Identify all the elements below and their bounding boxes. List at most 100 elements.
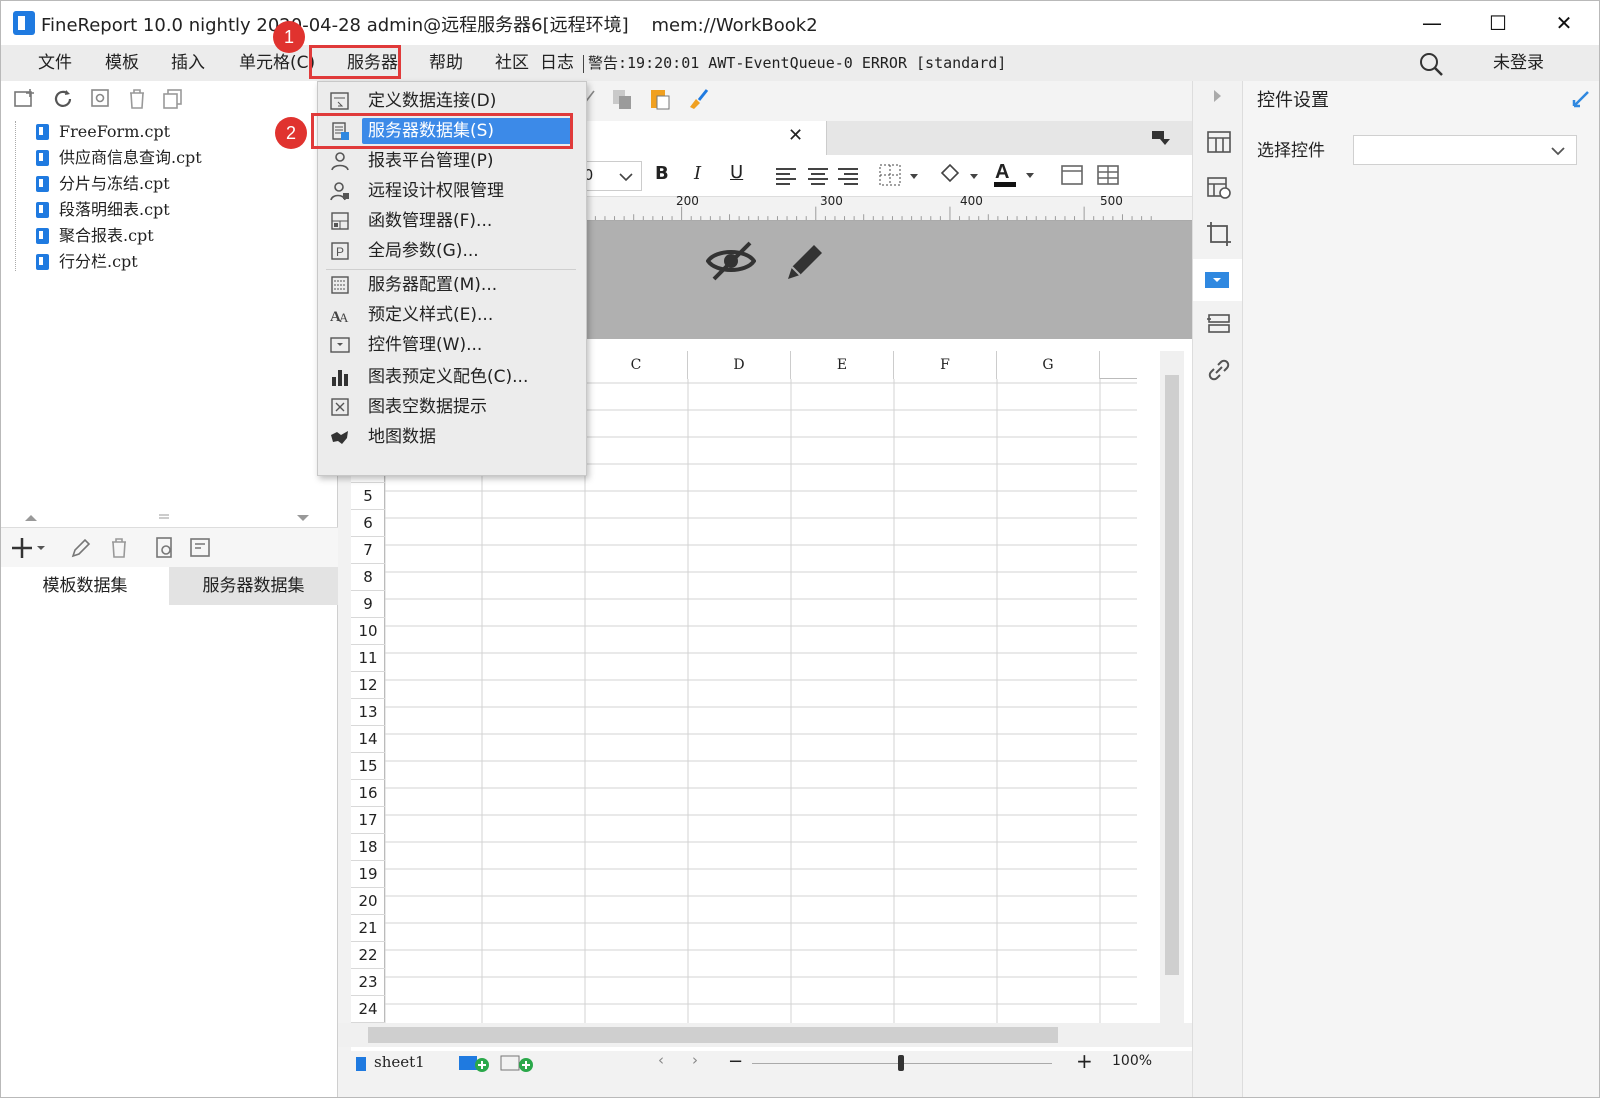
menu-item-remote-permissions[interactable]: 远程设计权限管理 [322,176,582,206]
menu-item-chart-colors[interactable]: 图表预定义配色(C)... [322,362,582,392]
select-widget-dropdown[interactable] [1353,135,1577,165]
row-header[interactable]: 16 [351,780,385,807]
align-left-icon[interactable] [774,165,798,189]
zoom-in-icon[interactable]: + [1076,1049,1093,1073]
expand-right-icon[interactable] [1211,87,1225,105]
menu-item-map-data[interactable]: 地图数据 [322,422,582,452]
hide-eye-icon[interactable] [706,239,756,283]
row-header[interactable]: 12 [351,672,385,699]
merge-cells-icon[interactable] [1060,163,1084,187]
menu-item-global-parameters[interactable]: P 全局参数(G)... [322,236,582,266]
row-header[interactable]: 11 [351,645,385,672]
menu-log[interactable]: 日志 [536,49,578,77]
menu-insert[interactable]: 插入 [167,49,209,77]
collapse-panel-icon[interactable] [1571,89,1591,109]
format-painter-icon[interactable] [686,87,710,111]
zoom-slider-thumb[interactable] [898,1055,904,1071]
row-header[interactable]: 9 [351,591,385,618]
cell-element-icon[interactable] [1206,175,1232,201]
search-icon[interactable] [1418,51,1444,77]
menu-item-platform-management[interactable]: 报表平台管理(P) [322,146,582,176]
dataset-edit-icon[interactable] [189,536,213,560]
menu-file[interactable]: 文件 [34,49,76,77]
row-header[interactable]: 13 [351,699,385,726]
panel-splitter-icon[interactable] [23,511,313,523]
delete-dataset-icon[interactable] [107,536,131,560]
add-form-sheet-icon[interactable] [500,1053,534,1073]
close-button[interactable]: ✕ [1541,9,1587,37]
align-right-icon[interactable] [836,165,860,189]
edit-pencil-icon[interactable] [782,237,828,283]
menu-item-chart-empty-hint[interactable]: 图表空数据提示 [322,392,582,422]
minimize-button[interactable]: — [1409,9,1455,37]
horizontal-scrollbar[interactable] [338,1023,1192,1047]
split-cells-icon[interactable] [1096,163,1120,187]
menu-help[interactable]: 帮助 [425,49,467,77]
bold-icon[interactable]: B [655,163,669,184]
row-header[interactable]: 19 [351,861,385,888]
menu-item-define-connection[interactable]: 定义数据连接(D) [322,86,582,116]
row-header[interactable]: 21 [351,915,385,942]
row-header[interactable]: 17 [351,807,385,834]
preview-icon[interactable] [153,536,177,560]
row-header[interactable]: 8 [351,564,385,591]
column-header[interactable]: G [997,351,1100,379]
row-header[interactable]: 7 [351,537,385,564]
row-header[interactable]: 5 [351,483,385,510]
widget-settings-tab[interactable] [1193,259,1242,301]
sheet-tab[interactable]: sheet1 [374,1053,425,1071]
menu-item-predefined-style[interactable]: AA 预定义样式(E)... [322,300,582,330]
scroll-right-icon[interactable]: › [692,1051,698,1069]
column-header[interactable]: E [791,351,894,379]
menu-item-function-manager[interactable]: 函数管理器(F)... [322,206,582,236]
menu-item-widget-management[interactable]: 控件管理(W)... [322,330,582,360]
column-header[interactable]: C [585,351,688,379]
menu-item-server-config[interactable]: 服务器配置(M)... [322,270,582,300]
row-header[interactable]: 10 [351,618,385,645]
settings-lock-icon[interactable] [89,87,113,111]
menu-cell[interactable]: 单元格(C) [235,49,319,77]
menu-community[interactable]: 社区 [491,49,533,77]
hyperlink-icon[interactable] [1206,357,1232,383]
refresh-icon[interactable] [51,87,75,111]
scrollbar-thumb[interactable] [368,1027,1058,1043]
paste-icon[interactable] [648,87,672,111]
add-dataset-icon[interactable] [11,536,45,560]
vertical-scrollbar[interactable] [1160,351,1184,1027]
underline-icon[interactable]: U [730,162,743,183]
align-center-icon[interactable] [806,165,830,189]
edit-icon[interactable] [69,536,93,560]
column-header[interactable]: D [688,351,791,379]
crop-frame-icon[interactable] [1206,221,1232,247]
tab-menu-icon[interactable] [1150,129,1170,147]
border-icon[interactable] [878,163,922,189]
row-header[interactable]: 14 [351,726,385,753]
row-header[interactable]: 20 [351,888,385,915]
row-header[interactable]: 15 [351,753,385,780]
login-status[interactable]: 未登录 [1493,49,1544,77]
tab-server-dataset[interactable]: 服务器数据集 [169,567,338,605]
new-folder-icon[interactable] [13,87,37,111]
scrollbar-thumb[interactable] [1165,375,1179,975]
italic-icon[interactable]: I [694,163,701,184]
zoom-out-icon[interactable]: − [728,1051,743,1072]
row-header[interactable]: 24 [351,996,385,1023]
font-color-icon[interactable]: A [992,159,1038,191]
maximize-button[interactable]: ☐ [1475,9,1521,37]
add-sheet-icon[interactable] [458,1053,490,1073]
row-header[interactable]: 18 [351,834,385,861]
column-header[interactable]: F [894,351,997,379]
copy-format-icon[interactable] [610,87,634,111]
fill-color-icon[interactable] [938,161,982,189]
cell-attributes-icon[interactable] [1206,129,1232,155]
close-tab-icon[interactable]: ✕ [788,125,803,146]
menu-template[interactable]: 模板 [101,49,143,77]
row-header[interactable]: 22 [351,942,385,969]
condition-attributes-icon[interactable] [1206,311,1232,337]
scroll-left-icon[interactable]: ‹ [658,1051,664,1069]
row-header[interactable]: 6 [351,510,385,537]
delete-icon[interactable] [125,87,149,111]
row-header[interactable]: 23 [351,969,385,996]
tab-template-dataset[interactable]: 模板数据集 [1,567,169,605]
copy-icon[interactable] [161,87,185,111]
